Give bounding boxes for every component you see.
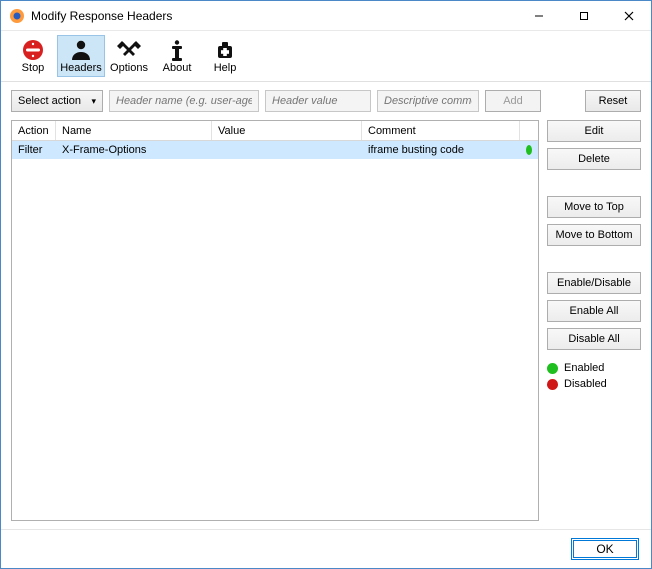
toolbar-options[interactable]: Options xyxy=(105,35,153,77)
header-value-input[interactable] xyxy=(265,90,371,112)
titlebar: Modify Response Headers xyxy=(1,1,651,31)
col-value[interactable]: Value xyxy=(212,121,362,140)
help-icon xyxy=(213,38,237,62)
toolbar-stop-label: Stop xyxy=(22,62,45,74)
ok-button[interactable]: OK xyxy=(571,538,639,560)
side-panel: Edit Delete Move to Top Move to Bottom E… xyxy=(547,120,641,521)
dialog-footer: OK xyxy=(1,529,651,568)
chevron-down-icon: ▾ xyxy=(91,96,96,107)
app-favicon xyxy=(9,8,25,24)
delete-button[interactable]: Delete xyxy=(547,148,641,170)
toolbar-stop[interactable]: Stop xyxy=(9,35,57,77)
headers-table: Action Name Value Comment FilterX-Frame-… xyxy=(11,120,539,521)
minimize-button[interactable] xyxy=(516,1,561,30)
cell-status xyxy=(520,145,538,155)
toolbar-headers-label: Headers xyxy=(60,62,102,74)
window-title: Modify Response Headers xyxy=(31,9,516,23)
enable-all-button[interactable]: Enable All xyxy=(547,300,641,322)
main-area: Action Name Value Comment FilterX-Frame-… xyxy=(1,120,651,529)
close-button[interactable] xyxy=(606,1,651,30)
enabled-dot-icon xyxy=(547,363,558,374)
window-controls xyxy=(516,1,651,30)
maximize-button[interactable] xyxy=(561,1,606,30)
legend-enabled-label: Enabled xyxy=(564,362,604,374)
toolbar-about[interactable]: About xyxy=(153,35,201,77)
select-action-dropdown[interactable]: Select action ▾ xyxy=(11,90,103,112)
col-comment[interactable]: Comment xyxy=(362,121,520,140)
toolbar-headers[interactable]: Headers xyxy=(57,35,105,77)
edit-button[interactable]: Edit xyxy=(547,120,641,142)
header-form-row: Select action ▾ Add Reset xyxy=(1,82,651,120)
status-legend: Enabled Disabled xyxy=(547,362,641,390)
cell-action: Filter xyxy=(12,144,56,156)
col-status xyxy=(520,121,538,140)
move-to-bottom-button[interactable]: Move to Bottom xyxy=(547,224,641,246)
main-toolbar: Stop Headers Options About Help xyxy=(1,31,651,82)
toolbar-about-label: About xyxy=(163,62,192,74)
legend-disabled-label: Disabled xyxy=(564,378,607,390)
headers-icon xyxy=(69,38,93,62)
col-action[interactable]: Action xyxy=(12,121,56,140)
header-name-input[interactable] xyxy=(109,90,259,112)
table-header: Action Name Value Comment xyxy=(12,121,538,141)
options-icon xyxy=(117,38,141,62)
about-icon xyxy=(165,38,189,62)
select-action-label: Select action xyxy=(18,95,81,107)
add-button[interactable]: Add xyxy=(485,90,541,112)
toolbar-help[interactable]: Help xyxy=(201,35,249,77)
cell-comment: iframe busting code xyxy=(362,144,520,156)
stop-icon xyxy=(21,38,45,62)
comment-input[interactable] xyxy=(377,90,479,112)
enable-disable-button[interactable]: Enable/Disable xyxy=(547,272,641,294)
disabled-dot-icon xyxy=(547,379,558,390)
cell-name: X-Frame-Options xyxy=(56,144,212,156)
col-name[interactable]: Name xyxy=(56,121,212,140)
status-dot-icon xyxy=(526,145,532,155)
toolbar-help-label: Help xyxy=(214,62,237,74)
move-to-top-button[interactable]: Move to Top xyxy=(547,196,641,218)
toolbar-options-label: Options xyxy=(110,62,148,74)
disable-all-button[interactable]: Disable All xyxy=(547,328,641,350)
table-body: FilterX-Frame-Options iframe busting code xyxy=(12,141,538,520)
table-row[interactable]: FilterX-Frame-Options iframe busting code xyxy=(12,141,538,159)
reset-button[interactable]: Reset xyxy=(585,90,641,112)
